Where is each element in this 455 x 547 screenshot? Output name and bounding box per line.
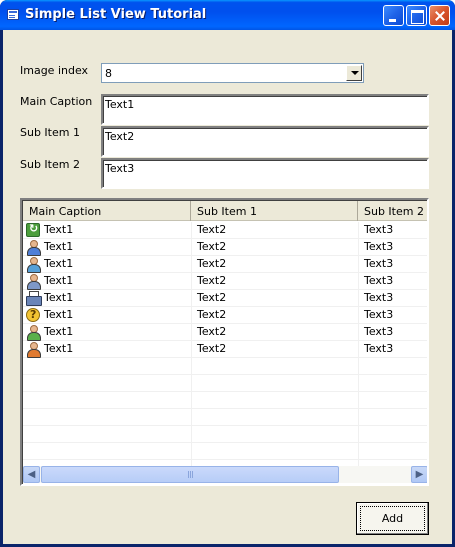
list-item[interactable]: Text1 Text2 Text3 [23,290,427,307]
cell-main: Text1 [44,223,74,236]
scrollbar-thumb[interactable] [41,466,339,483]
empty-row [23,358,427,375]
cell-sub2: Text3 [364,325,394,338]
empty-row [23,375,427,392]
help-icon [26,308,40,322]
cell-sub1: Text2 [197,325,227,338]
user-green-icon [26,325,41,341]
main-caption-input[interactable]: Text1 [101,94,429,125]
close-button[interactable] [429,5,450,26]
empty-row [23,409,427,426]
title-bar[interactable]: Simple List View Tutorial [0,0,455,30]
scroll-left-icon[interactable]: ◀ [23,466,40,483]
cell-main: Text1 [44,257,74,270]
sub-item1-value: Text2 [105,130,135,143]
cell-sub1: Text2 [197,308,227,321]
main-caption-label: Main Caption [20,95,93,108]
column-header-sub-item-2[interactable]: Sub Item 2 [358,201,427,221]
cell-main: Text1 [44,274,74,287]
column-header-sub-item-1[interactable]: Sub Item 1 [191,201,358,221]
image-index-value: 8 [105,67,112,80]
image-index-label: Image index [20,64,89,77]
list-item[interactable]: Text1 Text2 Text3 [23,256,427,273]
app-window: Simple List View Tutorial Image index 8 … [0,0,455,547]
sub-item2-label: Sub Item 2 [20,158,80,171]
refresh-icon [26,222,40,237]
cell-sub1: Text2 [197,342,227,355]
cell-sub2: Text3 [364,291,394,304]
list-item[interactable]: Text1 Text2 Text3 [23,239,427,256]
main-caption-value: Text1 [105,98,135,111]
cell-sub1: Text2 [197,240,227,253]
user-blue-icon [26,240,41,256]
cell-sub2: Text3 [364,342,394,355]
window-icon[interactable] [7,9,19,20]
cell-main: Text1 [44,325,74,338]
list-item[interactable]: Text1 Text2 Text3 [23,307,427,324]
cell-sub1: Text2 [197,274,227,287]
minimize-button[interactable] [383,5,404,26]
form-client-area: Image index 8 Main Caption Text1 Sub Ite… [3,30,452,544]
sub-item1-input[interactable]: Text2 [101,126,429,157]
sub-item2-input[interactable]: Text3 [101,158,429,189]
empty-row [23,426,427,443]
list-rows: Text1 Text2 Text3 Text1 Text2 Text3 Text… [23,222,427,460]
empty-row [23,392,427,409]
image-index-combobox[interactable]: 8 [101,63,364,83]
dropdown-arrow-icon[interactable] [346,65,362,81]
sub-item1-label: Sub Item 1 [20,126,80,139]
list-item[interactable]: Text1 Text2 Text3 [23,222,427,239]
list-header: Main Caption Sub Item 1 Sub Item 2 [23,201,427,221]
cell-sub1: Text2 [197,223,227,236]
cell-sub2: Text3 [364,223,394,236]
user-edit-icon [26,257,41,273]
maximize-button[interactable] [406,5,427,26]
list-item[interactable]: Text1 Text2 Text3 [23,341,427,358]
window-title: Simple List View Tutorial [25,7,207,22]
sub-item2-value: Text3 [105,162,135,175]
column-header-main-caption[interactable]: Main Caption [23,201,191,221]
list-item[interactable]: Text1 Text2 Text3 [23,273,427,290]
cell-sub2: Text3 [364,257,394,270]
user-delete-icon [26,274,41,290]
cell-sub1: Text2 [197,257,227,270]
add-button[interactable]: Add [356,502,429,535]
cell-main: Text1 [44,291,74,304]
cell-sub2: Text3 [364,274,394,287]
list-view[interactable]: Main Caption Sub Item 1 Sub Item 2 Text1… [20,198,429,486]
horizontal-scrollbar[interactable]: ◀ ▶ [23,466,427,483]
user-orange-icon [26,342,41,358]
scroll-right-icon[interactable]: ▶ [411,466,427,483]
list-item[interactable]: Text1 Text2 Text3 [23,324,427,341]
empty-row [23,443,427,460]
printer-icon [26,291,42,306]
cell-main: Text1 [44,308,74,321]
cell-sub2: Text3 [364,308,394,321]
cell-sub2: Text3 [364,240,394,253]
cell-sub1: Text2 [197,291,227,304]
cell-main: Text1 [44,342,74,355]
cell-main: Text1 [44,240,74,253]
